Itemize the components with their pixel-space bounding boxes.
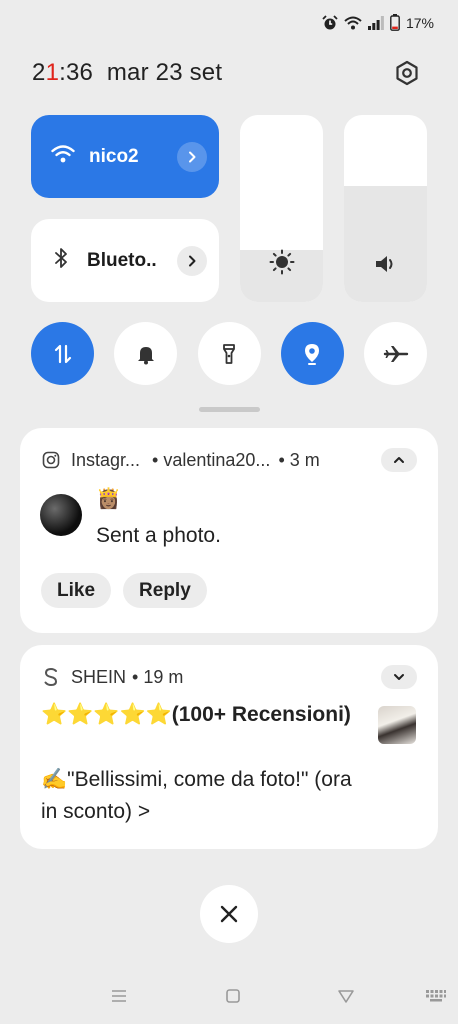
location-pin-icon xyxy=(305,343,320,365)
reply-button[interactable]: Reply xyxy=(123,573,207,608)
location-toggle[interactable] xyxy=(280,322,344,385)
speaker-icon xyxy=(373,253,399,280)
back-button[interactable] xyxy=(334,986,358,1006)
clock-date: 21:36 mar 23 set xyxy=(32,59,222,87)
notification-title: ⭐⭐⭐⭐⭐(100+ Recensioni) xyxy=(41,703,351,726)
message-emoji: 👸🏽 xyxy=(96,488,121,510)
volume-level-fill xyxy=(344,186,427,302)
bluetooth-tile[interactable]: Blueto.. xyxy=(31,219,219,302)
shein-notification[interactable]: SHEIN • 19 m ⭐⭐⭐⭐⭐(100+ Recensioni) ✍️"B… xyxy=(20,645,438,849)
keyboard-icon xyxy=(426,990,446,1002)
notification-body: ✍️"Bellissimi, come da foto!" (ora in sc… xyxy=(41,768,352,823)
keyboard-button[interactable] xyxy=(424,986,448,1006)
bluetooth-details-button[interactable] xyxy=(177,245,207,276)
wifi-network-label: nico2 xyxy=(89,145,139,167)
wifi-icon xyxy=(51,144,75,169)
like-button[interactable]: Like xyxy=(41,573,112,608)
panel-drag-handle[interactable] xyxy=(199,407,260,412)
notification-app-name: Instagr... xyxy=(71,449,141,470)
silent-toggle[interactable] xyxy=(114,322,178,385)
quick-toggles-row xyxy=(31,322,427,385)
chevron-right-icon xyxy=(189,151,196,162)
recents-button[interactable] xyxy=(107,986,131,1006)
product-thumbnail xyxy=(378,706,416,744)
wifi-details-button[interactable] xyxy=(177,141,207,172)
wifi-signal-icon xyxy=(344,15,362,31)
settings-button[interactable] xyxy=(392,58,422,88)
message-text: Sent a photo. xyxy=(96,524,221,547)
airplane-icon xyxy=(383,345,408,362)
clock-hour-second: 1 xyxy=(45,59,60,86)
shein-logo-icon xyxy=(41,667,61,687)
chevron-down-icon xyxy=(394,674,404,680)
clear-notifications-button[interactable] xyxy=(200,885,258,943)
battery-percent: 17% xyxy=(405,14,434,31)
bluetooth-label: Blueto.. xyxy=(87,249,157,271)
mobile-data-toggle[interactable] xyxy=(31,322,94,385)
mobile-data-icon xyxy=(54,344,71,363)
clock-row: 21:36 mar 23 set xyxy=(32,58,422,88)
battery-icon xyxy=(390,14,400,31)
notification-header: SHEIN • 19 m xyxy=(41,665,417,689)
brightness-slider[interactable] xyxy=(240,115,323,302)
instagram-icon xyxy=(41,450,61,470)
chevron-up-icon xyxy=(394,457,404,463)
home-button[interactable] xyxy=(221,986,245,1006)
status-bar: 17% xyxy=(322,14,434,31)
alarm-icon xyxy=(322,14,338,31)
flashlight-toggle[interactable] xyxy=(197,322,261,385)
menu-icon xyxy=(112,990,126,1002)
flashlight-icon xyxy=(223,343,235,364)
cellular-signal-icon xyxy=(367,15,384,30)
wifi-tile[interactable]: nico2 xyxy=(31,115,219,198)
bluetooth-icon xyxy=(51,247,71,274)
notification-app-name: SHEIN xyxy=(71,666,127,687)
triangle-back-icon xyxy=(338,990,354,1003)
clock-hour-first: 2 xyxy=(32,59,46,86)
volume-slider[interactable] xyxy=(344,115,427,302)
airplane-mode-toggle[interactable] xyxy=(364,322,427,385)
square-icon xyxy=(226,989,240,1003)
navigation-bar xyxy=(0,986,458,1006)
expand-button[interactable] xyxy=(381,665,417,689)
gear-icon xyxy=(396,60,418,86)
notification-time: • 19 m xyxy=(132,666,184,687)
notification-header: Instagr... • valentina20... • 3 m xyxy=(41,448,417,472)
close-icon xyxy=(220,905,238,923)
date-label: mar 23 set xyxy=(106,59,223,86)
notification-time: • 3 m xyxy=(278,449,320,470)
avatar xyxy=(40,494,82,536)
notification-sender: • valentina20... xyxy=(152,449,271,470)
sun-icon xyxy=(269,249,295,280)
chevron-right-icon xyxy=(189,255,196,266)
bell-icon xyxy=(137,346,154,364)
notification-actions: Like Reply xyxy=(41,573,207,608)
clock-minutes: :36 xyxy=(59,59,94,86)
collapse-button[interactable] xyxy=(381,448,417,472)
instagram-notification[interactable]: Instagr... • valentina20... • 3 m 👸🏽 Sen… xyxy=(20,428,438,633)
